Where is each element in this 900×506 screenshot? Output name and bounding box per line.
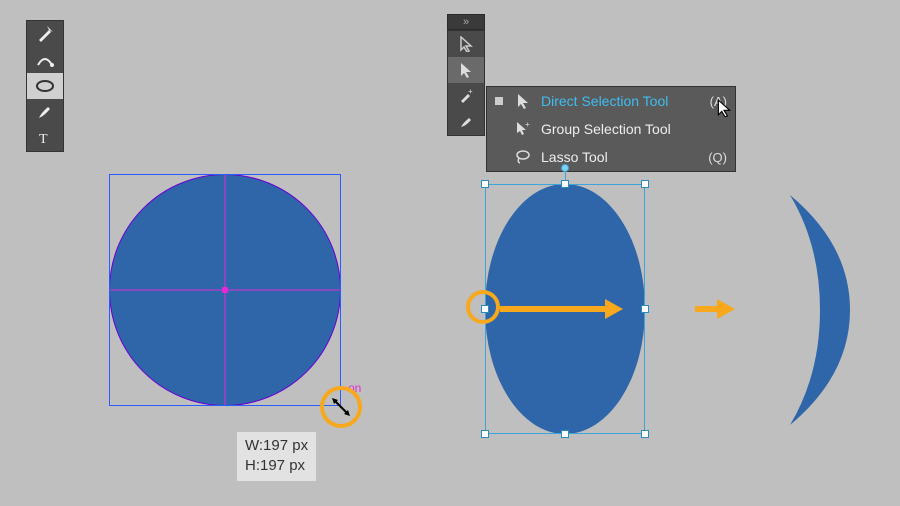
handle-bm[interactable]	[561, 430, 569, 438]
handle-tm[interactable]	[561, 180, 569, 188]
size-readout-tooltip: W:197 px H:197 px	[236, 431, 317, 482]
curvature-pen-tool[interactable]	[27, 47, 63, 73]
center-point-icon	[222, 287, 228, 293]
svg-text:T: T	[39, 132, 48, 146]
handle-br[interactable]	[641, 430, 649, 438]
direct-selection-icon	[513, 93, 533, 109]
handle-bl[interactable]	[481, 430, 489, 438]
eyedropper-plus-tool[interactable]: +	[448, 83, 484, 109]
rotate-handle-icon[interactable]	[561, 164, 569, 172]
flyout-label: Lasso Tool	[541, 149, 708, 165]
paintbrush-tool[interactable]	[27, 99, 63, 125]
tool-flyout-menu: Direct Selection Tool (A) + Group Select…	[486, 86, 736, 172]
right-toolbar: +	[447, 30, 485, 136]
handle-mr[interactable]	[641, 305, 649, 313]
flyout-label: Direct Selection Tool	[541, 93, 710, 109]
mouse-cursor-icon	[716, 99, 732, 122]
flyout-label: Group Selection Tool	[541, 121, 727, 137]
resize-cursor-icon	[330, 396, 352, 418]
flyout-shortcut: (Q)	[708, 150, 727, 165]
selection-tool[interactable]	[448, 31, 484, 57]
direct-selection-tool[interactable]	[448, 57, 484, 83]
lasso-icon	[513, 149, 533, 165]
panel-collapse-chevron-icon[interactable]: »	[447, 14, 485, 30]
drag-direction-arrow-icon	[500, 299, 623, 319]
active-bullet-icon	[495, 97, 503, 105]
flyout-item-direct-selection[interactable]: Direct Selection Tool (A)	[487, 87, 735, 115]
height-readout: H:197 px	[245, 456, 308, 476]
type-tool[interactable]: T	[27, 125, 63, 151]
ellipse-tool[interactable]	[27, 73, 63, 99]
pen-tool[interactable]	[27, 21, 63, 47]
left-toolbar: T	[26, 20, 64, 152]
resize-handle-highlight	[320, 386, 362, 428]
crescent-shape	[720, 185, 850, 435]
group-selection-icon: +	[513, 121, 533, 137]
flyout-item-group-selection[interactable]: + Group Selection Tool	[487, 115, 735, 143]
paintbrush-tool-right[interactable]	[448, 109, 484, 135]
svg-text:+: +	[525, 121, 530, 129]
canvas-circle-selected[interactable]	[109, 174, 341, 406]
svg-text:+: +	[468, 88, 473, 96]
anchor-highlight-ring-icon	[466, 290, 500, 324]
width-readout: W:197 px	[245, 436, 308, 456]
handle-tl[interactable]	[481, 180, 489, 188]
handle-tr[interactable]	[641, 180, 649, 188]
flyout-item-lasso[interactable]: Lasso Tool (Q)	[487, 143, 735, 171]
